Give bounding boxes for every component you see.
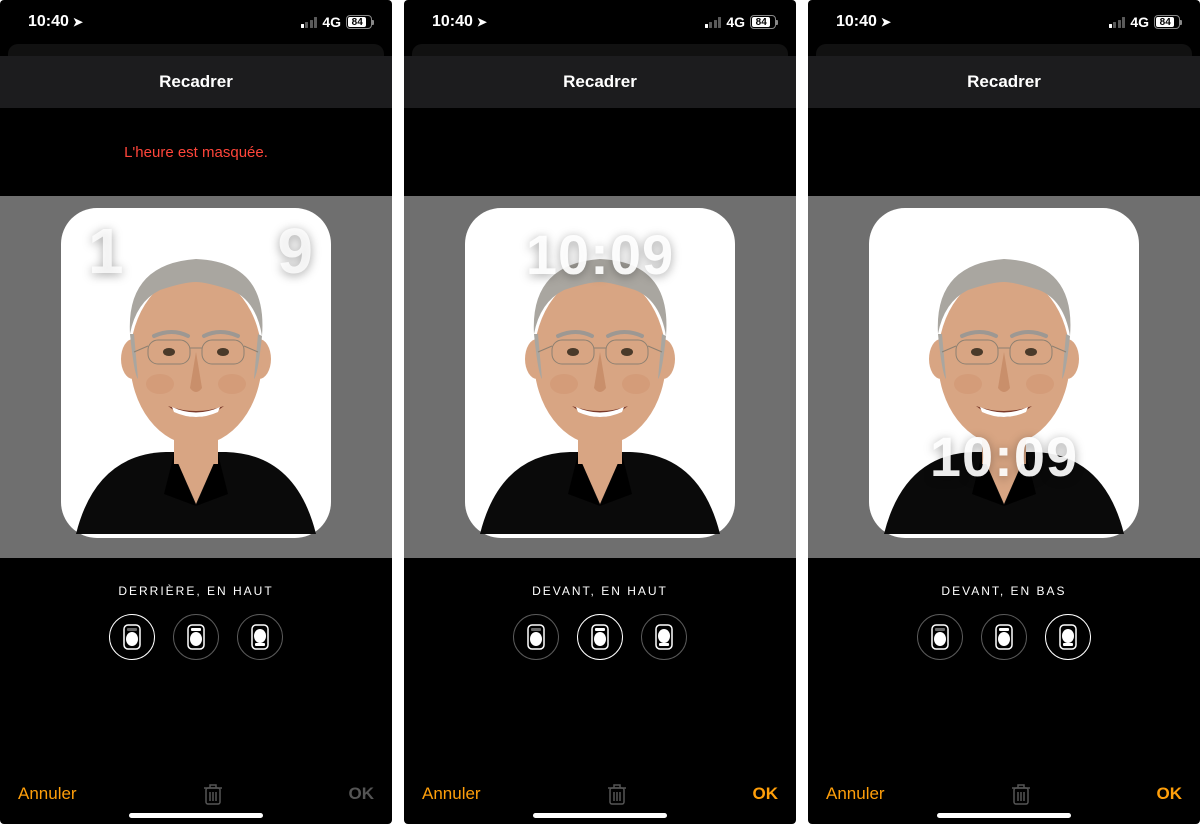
status-bar: 10:40 ➤ 4G 84 [404, 0, 796, 44]
cancel-button[interactable]: Annuler [18, 784, 77, 804]
signal-icon [705, 17, 722, 28]
signal-icon [1109, 17, 1126, 28]
cancel-button[interactable]: Annuler [422, 784, 481, 804]
home-indicator[interactable] [533, 813, 667, 818]
option-front-top[interactable] [981, 614, 1027, 660]
option-behind-top[interactable] [513, 614, 559, 660]
status-time: 10:40 [432, 13, 473, 31]
home-indicator[interactable] [937, 813, 1071, 818]
confirm-button[interactable]: OK [1156, 784, 1182, 804]
screenshot-row: 10:40 ➤ 4G 84 Recadrer L'heure est masqu… [0, 0, 1200, 824]
battery-icon: 84 [346, 15, 372, 29]
sheet-header: Recadrer [404, 56, 796, 108]
sheet-header: Recadrer [808, 56, 1200, 108]
option-behind-top[interactable] [917, 614, 963, 660]
home-indicator[interactable] [129, 813, 263, 818]
position-controls: DERRIÈRE, EN HAUT [0, 558, 392, 764]
option-row [109, 614, 283, 660]
warning-zone [404, 108, 796, 196]
cancel-button[interactable]: Annuler [826, 784, 885, 804]
portrait-photo[interactable] [56, 204, 336, 544]
option-front-top[interactable] [577, 614, 623, 660]
signal-icon [301, 17, 318, 28]
sheet-handle[interactable] [816, 44, 1192, 56]
option-behind-top[interactable] [109, 614, 155, 660]
position-label: DEVANT, EN BAS [941, 584, 1066, 598]
sheet-header: Recadrer [0, 56, 392, 108]
position-label: DEVANT, EN HAUT [532, 584, 668, 598]
network-label: 4G [726, 14, 745, 30]
network-label: 4G [1130, 14, 1149, 30]
status-time: 10:40 [28, 13, 69, 31]
status-bar: 10:40 ➤ 4G 84 [0, 0, 392, 44]
trash-icon [202, 782, 224, 806]
sheet-handle[interactable] [412, 44, 788, 56]
clock-overlay: 10:09 [930, 424, 1078, 489]
option-row [917, 614, 1091, 660]
option-row [513, 614, 687, 660]
option-front-top[interactable] [173, 614, 219, 660]
header-title: Recadrer [159, 72, 233, 92]
phone-screen-1: 10:40 ➤ 4G 84 Recadrer L'heure est masqu… [0, 0, 392, 824]
location-arrow-icon: ➤ [881, 15, 891, 29]
trash-icon [606, 782, 628, 806]
option-front-bottom[interactable] [641, 614, 687, 660]
network-label: 4G [322, 14, 341, 30]
screenshot-gap [796, 0, 808, 824]
option-front-bottom[interactable] [237, 614, 283, 660]
screenshot-gap [392, 0, 404, 824]
sheet-handle[interactable] [8, 44, 384, 56]
clock-overlay: 10:09 [526, 222, 674, 287]
header-title: Recadrer [563, 72, 637, 92]
position-label: DERRIÈRE, EN HAUT [118, 584, 273, 598]
preview-area[interactable]: 10:09 [404, 196, 796, 558]
confirm-button: OK [348, 784, 374, 804]
phone-screen-2: 10:40 ➤ 4G 84 Recadrer 10:09 DEVANT, EN … [404, 0, 796, 824]
confirm-button[interactable]: OK [752, 784, 778, 804]
status-time: 10:40 [836, 13, 877, 31]
portrait-photo[interactable] [864, 204, 1144, 544]
warning-zone: L'heure est masquée. [0, 108, 392, 196]
option-front-bottom[interactable] [1045, 614, 1091, 660]
battery-icon: 84 [1154, 15, 1180, 29]
phone-screen-3: 10:40 ➤ 4G 84 Recadrer 10:09 DEVANT, EN … [808, 0, 1200, 824]
position-controls: DEVANT, EN BAS [808, 558, 1200, 764]
header-title: Recadrer [967, 72, 1041, 92]
preview-area[interactable]: 1 9 [0, 196, 392, 558]
location-arrow-icon: ➤ [477, 15, 487, 29]
warning-text: L'heure est masquée. [124, 144, 268, 161]
status-bar: 10:40 ➤ 4G 84 [808, 0, 1200, 44]
warning-zone [808, 108, 1200, 196]
location-arrow-icon: ➤ [73, 15, 83, 29]
trash-icon [1010, 782, 1032, 806]
position-controls: DEVANT, EN HAUT [404, 558, 796, 764]
preview-area[interactable]: 10:09 [808, 196, 1200, 558]
battery-icon: 84 [750, 15, 776, 29]
